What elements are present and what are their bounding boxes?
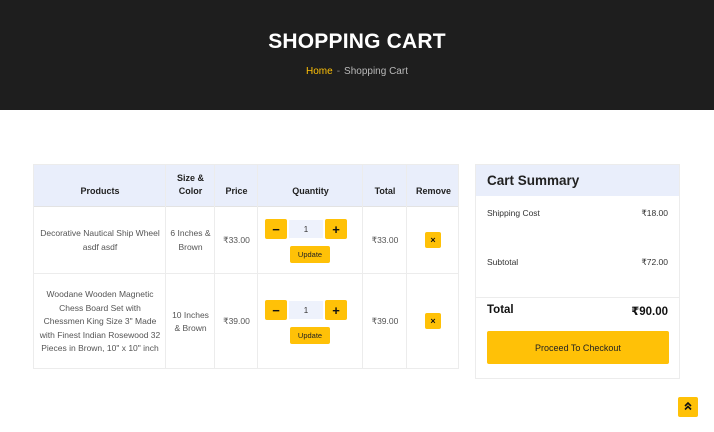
shipping-cost-label: Shipping Cost	[487, 208, 540, 218]
total-value: ₹90.00	[631, 306, 668, 318]
shipping-cost-value: ₹18.00	[641, 208, 668, 218]
column-header-remove: Remove	[415, 186, 451, 196]
remove-item-button[interactable]: ×	[425, 313, 441, 329]
quantity-input[interactable]	[289, 301, 323, 319]
column-header-products: Products	[80, 186, 120, 196]
page-title: SHOPPING CART	[268, 30, 446, 53]
update-quantity-button[interactable]: Update	[290, 327, 330, 344]
product-size-color: 6 Inches & Brown	[170, 228, 211, 252]
column-header-price: Price	[225, 186, 248, 196]
proceed-to-checkout-button[interactable]: Proceed To Checkout	[487, 331, 669, 364]
quantity-stepper: − + Update	[265, 219, 347, 265]
double-chevron-up-icon	[683, 401, 693, 413]
product-name[interactable]: Decorative Nautical Ship Wheel asdf asdf	[40, 208, 160, 273]
product-price: ₹33.00	[223, 234, 250, 245]
column-header-quantity: Quantity	[292, 186, 329, 196]
breadcrumb-current: Shopping Cart	[344, 66, 408, 77]
quantity-decrease-button[interactable]: −	[265, 300, 287, 320]
breadcrumb-home-link[interactable]: Home	[306, 66, 333, 77]
quantity-stepper: − + Update	[265, 300, 347, 346]
breadcrumb-separator: -	[336, 66, 341, 77]
remove-item-button[interactable]: ×	[425, 232, 441, 248]
update-quantity-button[interactable]: Update	[290, 246, 330, 263]
product-total: ₹33.00	[371, 234, 399, 245]
cart-summary-header: Cart Summary	[476, 165, 679, 196]
summary-divider	[476, 297, 679, 298]
total-label: Total	[487, 304, 514, 316]
quantity-decrease-button[interactable]: −	[265, 219, 287, 239]
quantity-increase-button[interactable]: +	[325, 300, 347, 320]
cart-table: Products Size & Color Price Quantity Tot…	[33, 164, 459, 369]
cart-summary-title: Cart Summary	[487, 173, 580, 188]
column-header-size-color: Size & Color	[176, 173, 204, 196]
subtotal-label: Subtotal	[487, 257, 519, 267]
quantity-input[interactable]	[289, 220, 323, 238]
product-price: ₹39.00	[223, 316, 250, 327]
product-name[interactable]: Woodane Wooden Magnetic Chess Board Set …	[38, 274, 162, 370]
page-hero: SHOPPING CART Home - Shopping Cart	[0, 0, 714, 110]
product-size-color: 10 Inches & Brown	[172, 309, 209, 334]
breadcrumb: Home - Shopping Cart	[0, 66, 714, 77]
column-header-total: Total	[374, 186, 396, 196]
scroll-to-top-button[interactable]	[678, 397, 698, 417]
cart-summary: Cart Summary Shipping Cost ₹18.00 Subtot…	[475, 164, 680, 379]
product-total: ₹39.00	[371, 316, 399, 327]
subtotal-value: ₹72.00	[641, 257, 668, 267]
quantity-increase-button[interactable]: +	[325, 219, 347, 239]
